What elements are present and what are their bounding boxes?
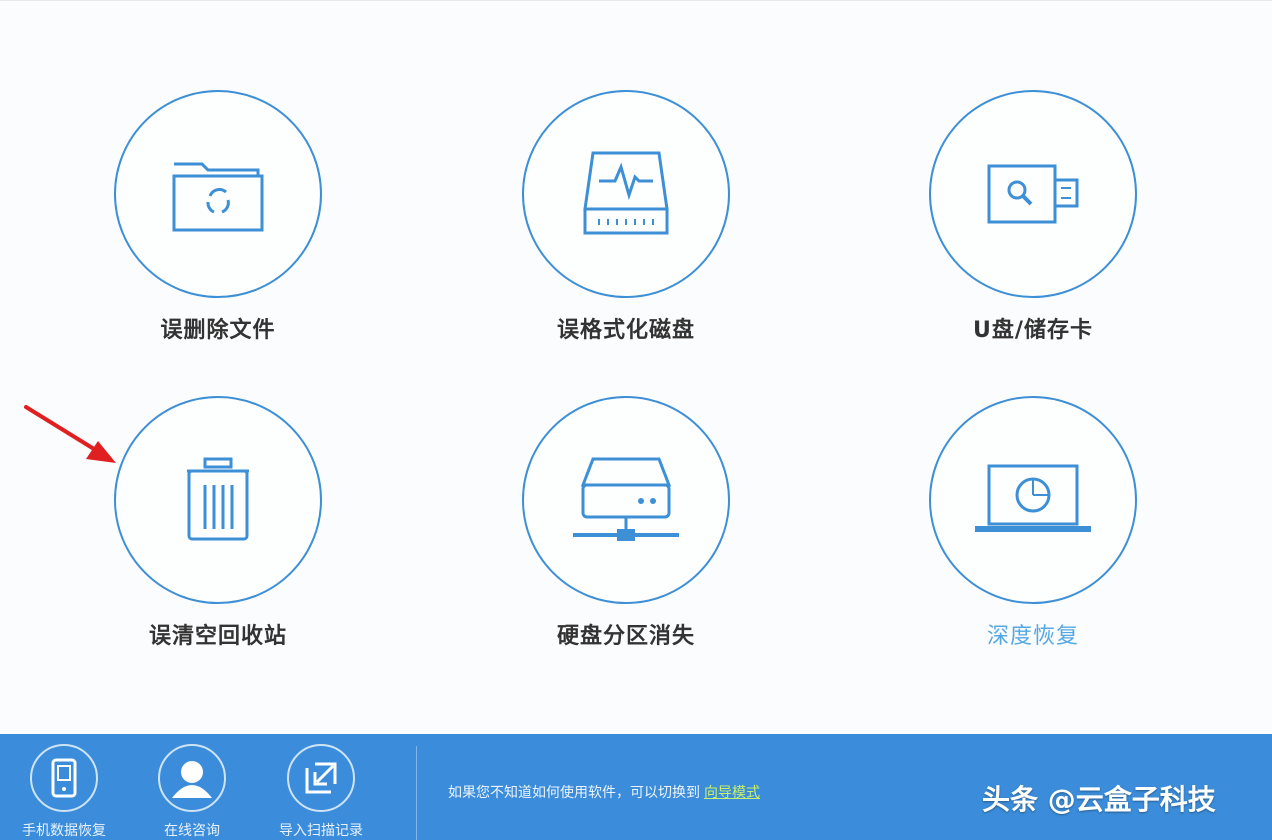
import-scan-record-button[interactable]: 导入扫描记录 — [266, 744, 376, 840]
user-support-icon — [172, 761, 212, 798]
tile-circle — [114, 396, 322, 604]
button-label: 在线咨询 — [164, 823, 220, 839]
divider — [416, 746, 417, 840]
online-consult-button[interactable]: 在线咨询 — [137, 744, 247, 840]
phone-icon — [51, 758, 77, 798]
tile-label: 深度恢复 — [986, 624, 1079, 649]
main-panel: 误删除文件 误格式化磁盘 U盘/储存卡 误清空回收站 硬盘分区消失 深度恢复 — [0, 0, 1272, 734]
tile-label: 误删除文件 — [160, 318, 276, 343]
button-ring — [158, 744, 226, 812]
button-ring — [30, 744, 98, 812]
button-label: 导入扫描记录 — [279, 823, 363, 839]
tile-formatted-disk[interactable]: 误格式化磁盘 — [496, 90, 756, 360]
tile-emptied-recycle-bin[interactable]: 误清空回收站 — [88, 396, 348, 666]
network-drive-icon — [573, 457, 679, 541]
tile-deep-recovery[interactable]: 深度恢复 — [903, 396, 1163, 666]
disk-pulse-icon — [583, 151, 669, 235]
tile-circle — [929, 396, 1137, 604]
tile-usb-card[interactable]: U盘/储存卡 — [903, 90, 1163, 360]
watermark: 头条 @云盒子科技 — [982, 783, 1216, 816]
hint-text: 如果您不知道如何使用软件，可以切换到 向导模式 — [448, 782, 760, 802]
tile-deleted-files[interactable]: 误删除文件 — [88, 90, 348, 360]
usb-search-icon — [987, 164, 1079, 224]
import-icon — [305, 762, 337, 794]
trash-icon — [187, 457, 249, 541]
tile-label: 误格式化磁盘 — [556, 318, 695, 343]
tile-circle — [522, 396, 730, 604]
laptop-scan-icon — [975, 464, 1091, 532]
phone-recovery-button[interactable]: 手机数据恢复 — [9, 744, 119, 840]
tile-circle — [929, 90, 1137, 298]
bottom-bar: 手机数据恢复 在线咨询 导入扫描记录 如果您不知道如何使用软件，可以切换到 向导模… — [0, 734, 1272, 840]
tile-circle — [114, 90, 322, 298]
red-arrow-icon — [24, 405, 116, 463]
tile-lost-partition[interactable]: 硬盘分区消失 — [496, 396, 756, 666]
button-ring — [287, 744, 355, 812]
tile-circle — [522, 90, 730, 298]
tile-label: U盘/储存卡 — [973, 318, 1093, 343]
wizard-mode-link[interactable]: 向导模式 — [704, 785, 760, 801]
folder-recycle-icon — [172, 162, 264, 232]
tile-label: 误清空回收站 — [148, 624, 287, 649]
tile-label: 硬盘分区消失 — [556, 624, 695, 649]
hint-message: 如果您不知道如何使用软件，可以切换到 — [448, 785, 700, 801]
button-label: 手机数据恢复 — [22, 823, 106, 839]
